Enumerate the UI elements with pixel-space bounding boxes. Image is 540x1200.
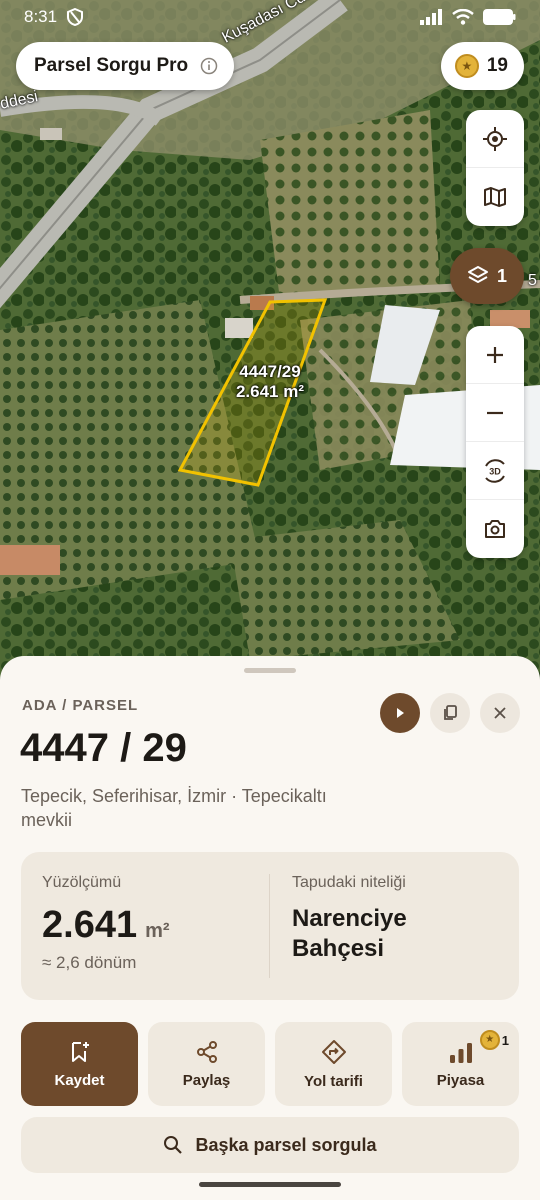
coin-balance-pill[interactable]: ★ 19 [440,42,524,90]
coin-count: 19 [486,55,508,76]
directions-label: Yol tarifi [304,1072,363,1090]
layers-count: 1 [496,265,507,286]
app-title: Parsel Sorgu Pro [34,55,189,76]
3d-view-button[interactable]: 3D [466,442,524,500]
share-label: Paylaş [182,1071,231,1089]
bar-chart-icon [449,1042,472,1063]
info-divider [269,874,270,978]
area-label: Yüzölçümü [42,874,122,891]
coin-icon: ★ [479,1030,500,1050]
camera-button[interactable] [466,500,524,558]
directions-icon [321,1039,346,1064]
share-icon [196,1040,217,1063]
battery-icon [483,9,516,25]
quality-value: Narenciye Bahçesi [292,905,407,962]
quality-label: Tapudaki niteliği [292,874,406,891]
copy-button[interactable] [430,693,470,733]
satellite-imagery [0,0,540,700]
share-button[interactable]: Paylaş [148,1022,265,1106]
map-type-button[interactable] [466,168,524,226]
status-bar: 8:31 [0,0,540,34]
search-icon [164,1136,183,1154]
layers-icon [467,266,488,283]
parcel-bottom-sheet: ADA / PARSEL 4447 / 29 Tepecik, Seferihi… [0,656,540,1200]
copy-icon [444,705,457,720]
parcel-map-number: 4447/29 [239,362,301,381]
signal-icon [420,9,442,25]
road-label-5: 5 [528,272,537,289]
status-time: 8:31 [24,7,58,26]
layers-button[interactable]: 1 [450,248,524,304]
zoom-in-button[interactable] [466,326,524,384]
svg-text:3D: 3D [489,466,501,476]
bookmark-add-icon [71,1041,89,1062]
sheet-drag-handle[interactable] [244,668,296,673]
parcel-number: 4447 / 29 [20,726,187,770]
market-cost: 1 [501,1032,509,1048]
save-button[interactable]: Kaydet [21,1022,138,1106]
area-donum: ≈ 2,6 dönüm [42,953,137,972]
shield-icon [67,8,84,26]
market-button[interactable]: ★ 1 Piyasa [402,1022,519,1106]
save-label: Kaydet [54,1071,105,1089]
satellite-map[interactable]: Kuşadası Cd. ddesi 5 4447/29 2.641 m² [0,0,540,700]
zoom-out-button[interactable] [466,384,524,442]
zoom-out-icon [487,411,503,414]
market-cost-badge: ★ 1 [479,1030,509,1050]
directions-button[interactable]: Yol tarifi [275,1022,392,1106]
map-icon [484,187,506,207]
search-another-parcel-button[interactable]: Başka parsel sorgula [21,1117,519,1173]
play-icon [397,708,404,718]
app-title-pill[interactable]: Parsel Sorgu Pro [16,42,235,90]
home-indicator[interactable] [199,1182,341,1187]
sheet-overline: ADA / PARSEL [22,697,139,714]
camera-icon [485,520,505,538]
zoom-in-icon [487,346,503,363]
parcel-location: Tepecik, Seferihisar, İzmir · Tepecikalt… [21,786,327,830]
map-controls-zoom: 3D [466,326,524,558]
area-unit: m² [145,920,170,942]
market-label: Piyasa [436,1071,485,1089]
map-controls-top [466,110,524,226]
play-button[interactable] [380,693,420,733]
locate-button[interactable] [466,110,524,168]
wifi-icon [452,9,474,25]
search-label: Başka parsel sorgula [195,1134,377,1155]
parcel-map-label[interactable]: 4447/29 2.641 m² [212,362,328,402]
coin-icon: ★ [454,54,479,78]
locate-icon [483,126,507,151]
area-value: 2.641 [42,904,138,946]
parcel-map-area: 2.641 m² [235,382,305,401]
close-button[interactable] [480,693,520,733]
info-icon[interactable] [200,57,218,75]
parcel-info-card: Yüzölçümü 2.641 m² ≈ 2,6 dönüm Tapudaki … [21,852,519,1000]
3d-rotate-icon: 3D [485,458,505,483]
close-icon [494,707,506,719]
